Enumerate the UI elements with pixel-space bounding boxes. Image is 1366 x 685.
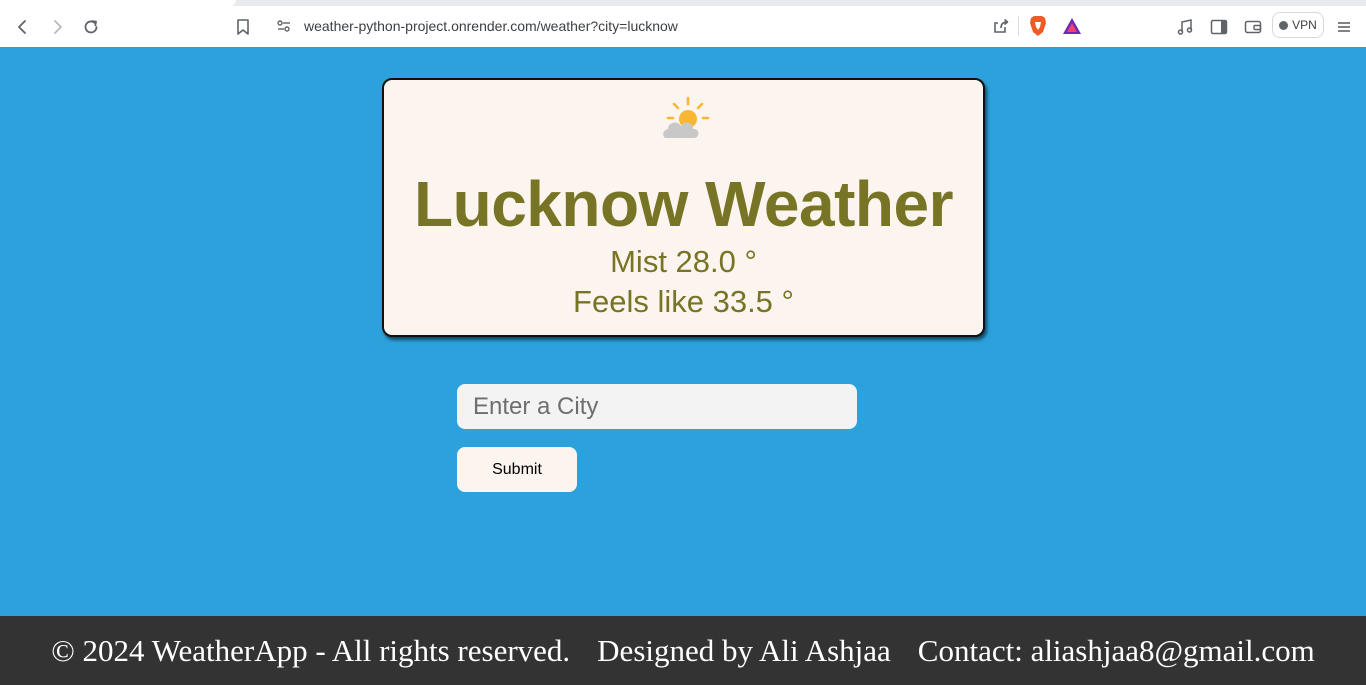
sidebar-icon[interactable] (1207, 15, 1231, 39)
url-text[interactable]: weather-python-project.onrender.com/weat… (304, 18, 678, 34)
city-input[interactable] (457, 384, 857, 429)
brave-rewards-icon[interactable] (1062, 16, 1082, 41)
browser-toolbar: weather-python-project.onrender.com/weat… (0, 0, 1366, 47)
reload-icon[interactable] (79, 15, 103, 39)
footer-designer: Designed by Ali Ashjaa (597, 632, 891, 668)
wallet-icon[interactable] (1241, 15, 1265, 39)
back-arrow-icon[interactable] (11, 15, 35, 39)
footer-contact: Contact: aliashjaa8@gmail.com (917, 632, 1315, 668)
hamburger-menu-icon[interactable] (1332, 15, 1356, 39)
address-bar[interactable]: weather-python-project.onrender.com/weat… (266, 11, 1090, 41)
music-note-icon[interactable] (1173, 15, 1197, 39)
feels-like-temperature: Feels like 33.5 ° (573, 284, 794, 319)
footer-copyright: © 2024 WeatherApp - All rights reserved. (51, 632, 571, 668)
forward-arrow-icon[interactable] (45, 15, 69, 39)
weather-condition-temperature: Mist 28.0 ° (610, 244, 757, 279)
vpn-button[interactable]: VPN (1272, 12, 1324, 38)
bookmark-icon[interactable] (231, 15, 255, 39)
weather-card: Lucknow Weather Mist 28.0 ° Feels like 3… (382, 78, 985, 337)
vpn-status-icon (1279, 20, 1289, 30)
footer: © 2024 WeatherApp - All rights reserved.… (0, 616, 1366, 685)
active-tab-edge (0, 0, 236, 6)
share-icon[interactable] (992, 17, 1010, 40)
brave-shields-icon[interactable] (1028, 15, 1048, 42)
sun-behind-cloud-icon (660, 96, 710, 144)
page-title: Lucknow Weather (414, 168, 953, 240)
vpn-label: VPN (1292, 18, 1317, 32)
toolbar-divider (1018, 16, 1019, 36)
submit-button[interactable]: Submit (457, 447, 577, 492)
site-settings-icon[interactable] (276, 18, 292, 39)
